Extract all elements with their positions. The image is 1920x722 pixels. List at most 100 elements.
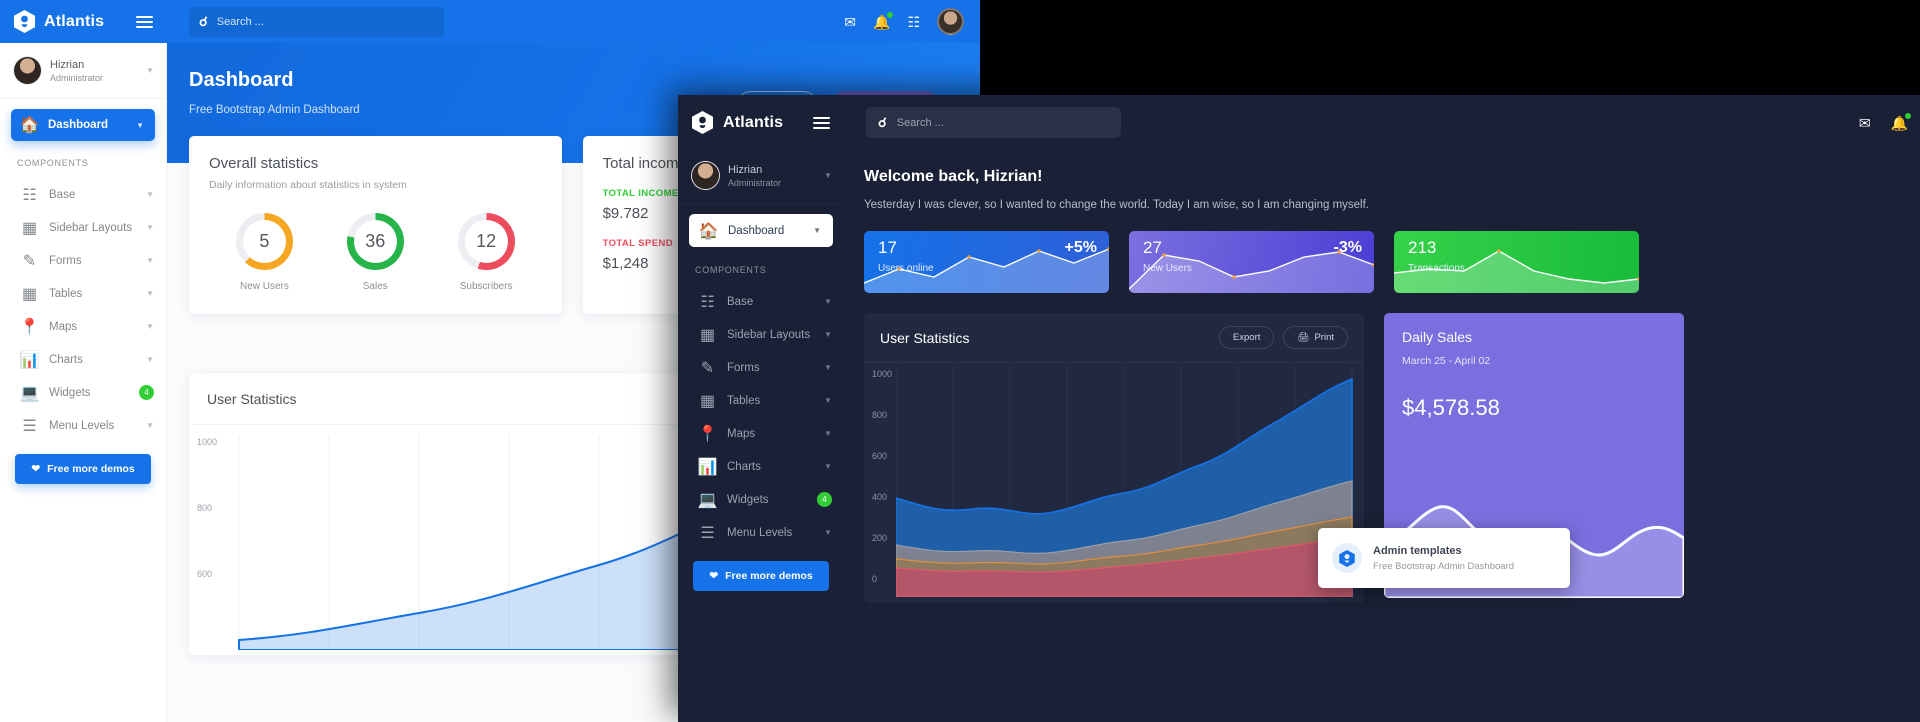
chevron-down-icon[interactable]: ▼ bbox=[824, 297, 832, 306]
table-icon: ▦ bbox=[22, 284, 37, 304]
fg-sidebar-item-base[interactable]: ☷ Base ▼ bbox=[678, 285, 844, 318]
bg-sidebar-item-sidebar-layouts[interactable]: ▦ Sidebar Layouts ▼ bbox=[0, 211, 166, 244]
bg-sidebar-item-dashboard[interactable]: 🏠 Dashboard ▼ bbox=[11, 109, 155, 141]
fg-sidebar-item-maps[interactable]: 📍 Maps ▼ bbox=[678, 417, 844, 450]
fg-sidebar-item-forms[interactable]: ✎ Forms ▼ bbox=[678, 351, 844, 384]
bg-free-more-demos-button[interactable]: ❤ Free more demos bbox=[15, 454, 151, 484]
bg-search-box[interactable]: ☌ Search ... bbox=[189, 7, 444, 37]
bg-sidebar-user[interactable]: Hizrian Administrator ▼ bbox=[0, 43, 166, 99]
bg-sidebar-item-widgets[interactable]: 💻 Widgets 4 bbox=[0, 376, 166, 409]
monitor-icon: 💻 bbox=[700, 490, 715, 510]
chevron-down-icon[interactable]: ▼ bbox=[146, 355, 154, 364]
bar-chart-icon: 📊 bbox=[22, 350, 37, 370]
chevron-down-icon[interactable]: ▼ bbox=[824, 171, 832, 180]
fg-sidebar-user[interactable]: Hizrian Administrator ▼ bbox=[678, 150, 844, 204]
bell-icon[interactable]: 🔔 bbox=[1891, 116, 1908, 130]
chevron-down-icon[interactable]: ▼ bbox=[824, 330, 832, 339]
chevron-down-icon[interactable]: ▼ bbox=[824, 396, 832, 405]
bg-sidebar-item-maps[interactable]: 📍 Maps ▼ bbox=[0, 310, 166, 343]
bg-hamburger-icon[interactable] bbox=[136, 16, 153, 28]
donut-value: 36 bbox=[365, 231, 385, 252]
overall-subtitle: Daily information about statistics in sy… bbox=[209, 179, 542, 191]
mail-icon[interactable]: ✉ bbox=[1859, 116, 1871, 130]
fg-sidebar-item-label: Dashboard bbox=[728, 225, 784, 237]
fg-welcome-title: Welcome back, Hizrian! bbox=[864, 168, 1920, 186]
donut-label: Sales bbox=[347, 281, 404, 292]
fg-search-box[interactable]: ☌ Search ... bbox=[866, 107, 1121, 138]
fg-free-more-demos-button[interactable]: ❤ Free more demos bbox=[693, 561, 829, 591]
chevron-down-icon[interactable]: ▼ bbox=[824, 429, 832, 438]
bg-sidebar-item-label: Sidebar Layouts bbox=[49, 222, 132, 234]
bell-icon[interactable]: 🔔 bbox=[873, 15, 890, 29]
donut-new-users: 5 New Users bbox=[236, 213, 293, 292]
fg-user-statistics-title: User Statistics bbox=[880, 330, 969, 346]
fg-sidebar-item-sidebar-layouts[interactable]: ▦ Sidebar Layouts ▼ bbox=[678, 318, 844, 351]
chevron-down-icon[interactable]: ▼ bbox=[813, 226, 821, 235]
bg-sidebar-item-base[interactable]: ☷ Base ▼ bbox=[0, 178, 166, 211]
bar-chart-icon: 📊 bbox=[700, 457, 715, 477]
chevron-down-icon[interactable]: ▼ bbox=[146, 256, 154, 265]
daily-sales-amount: $4,578.58 bbox=[1402, 395, 1666, 421]
notification-dot bbox=[1904, 112, 1912, 120]
fg-export-button[interactable]: Export bbox=[1219, 326, 1274, 349]
fg-sidebar-item-dashboard[interactable]: 🏠 Dashboard ▼ bbox=[689, 214, 833, 247]
chevron-down-icon[interactable]: ▼ bbox=[824, 528, 832, 537]
fg-sidebar-item-tables[interactable]: ▦ Tables ▼ bbox=[678, 384, 844, 417]
donut-label: Subscribers bbox=[458, 281, 515, 292]
chevron-down-icon[interactable]: ▼ bbox=[146, 223, 154, 232]
bg-sidebar-item-menu-levels[interactable]: ☰ Menu Levels ▼ bbox=[0, 409, 166, 442]
printer-icon: 🖨 bbox=[1297, 332, 1309, 343]
fg-hamburger-icon[interactable] bbox=[813, 117, 830, 129]
list-grid-icon: ▦ bbox=[22, 218, 37, 238]
bg-section-label: COMPONENTS bbox=[0, 141, 166, 178]
fg-demo-button-label: Free more demos bbox=[725, 570, 813, 582]
fg-top-navbar: Atlantis ☌ Search ... ✉ 🔔 bbox=[678, 95, 1920, 150]
bg-sidebar-item-forms[interactable]: ✎ Forms ▼ bbox=[0, 244, 166, 277]
stat-card-label: Users online bbox=[878, 263, 934, 274]
atlantis-logo-icon bbox=[14, 10, 35, 33]
chevron-down-icon[interactable]: ▼ bbox=[824, 462, 832, 471]
chevron-down-icon[interactable]: ▼ bbox=[146, 421, 154, 430]
layers-icon[interactable]: ☷ bbox=[907, 15, 920, 29]
fg-search-placeholder: Search ... bbox=[897, 117, 944, 129]
fg-print-button[interactable]: 🖨 Print bbox=[1283, 326, 1348, 349]
bg-page-title: Dashboard bbox=[189, 69, 980, 92]
fg-sidebar-item-menu-levels[interactable]: ☰ Menu Levels ▼ bbox=[678, 516, 844, 549]
donut-ring: 36 bbox=[347, 213, 404, 270]
fg-user-statistics-header: User Statistics Export 🖨 Print bbox=[864, 313, 1364, 363]
fg-y-tick: 800 bbox=[872, 410, 887, 420]
toast-subtitle: Free Bootstrap Admin Dashboard bbox=[1373, 561, 1514, 572]
overall-title: Overall statistics bbox=[209, 155, 542, 172]
fg-brand-area[interactable]: Atlantis bbox=[678, 95, 844, 150]
donut-subscribers: 12 Subscribers bbox=[458, 213, 515, 292]
bg-brand-area[interactable]: Atlantis bbox=[0, 0, 167, 43]
list-grid-icon: ▦ bbox=[700, 325, 715, 345]
bg-user-statistics-title: User Statistics bbox=[207, 391, 296, 407]
bg-sidebar-item-tables[interactable]: ▦ Tables ▼ bbox=[0, 277, 166, 310]
bg-sidebar-item-label: Charts bbox=[49, 354, 83, 366]
bg-sidebar-item-charts[interactable]: 📊 Charts ▼ bbox=[0, 343, 166, 376]
bg-topbar-actions: ✉ 🔔 ☷ bbox=[844, 8, 980, 35]
chevron-down-icon[interactable]: ▼ bbox=[136, 121, 144, 130]
bg-user-role: Administrator bbox=[50, 73, 103, 83]
chevron-down-icon[interactable]: ▼ bbox=[146, 289, 154, 298]
fg-sidebar-item-label: Sidebar Layouts bbox=[727, 329, 810, 341]
toast-notification[interactable]: Admin templates Free Bootstrap Admin Das… bbox=[1318, 528, 1570, 588]
toast-title: Admin templates bbox=[1373, 545, 1514, 557]
stat-card-transactions[interactable]: 213 Transactions bbox=[1394, 231, 1639, 293]
menu-lines-icon: ☰ bbox=[700, 523, 715, 543]
stat-card-new-users[interactable]: 27 New Users -3% bbox=[1129, 231, 1374, 293]
chevron-down-icon[interactable]: ▼ bbox=[824, 363, 832, 372]
home-icon: 🏠 bbox=[701, 221, 716, 241]
bg-avatar[interactable] bbox=[937, 8, 964, 35]
fg-area-chart-svg bbox=[896, 367, 1356, 597]
mail-icon[interactable]: ✉ bbox=[844, 15, 856, 29]
chevron-down-icon[interactable]: ▼ bbox=[146, 66, 154, 75]
chevron-down-icon[interactable]: ▼ bbox=[146, 190, 154, 199]
fg-sidebar-item-label: Base bbox=[727, 296, 753, 308]
fg-sidebar-item-charts[interactable]: 📊 Charts ▼ bbox=[678, 450, 844, 483]
stat-card-users-online[interactable]: 17 Users online +5% bbox=[864, 231, 1109, 293]
fg-sidebar-item-widgets[interactable]: 💻 Widgets 4 bbox=[678, 483, 844, 516]
stat-card-value: 17 bbox=[878, 238, 897, 258]
chevron-down-icon[interactable]: ▼ bbox=[146, 322, 154, 331]
